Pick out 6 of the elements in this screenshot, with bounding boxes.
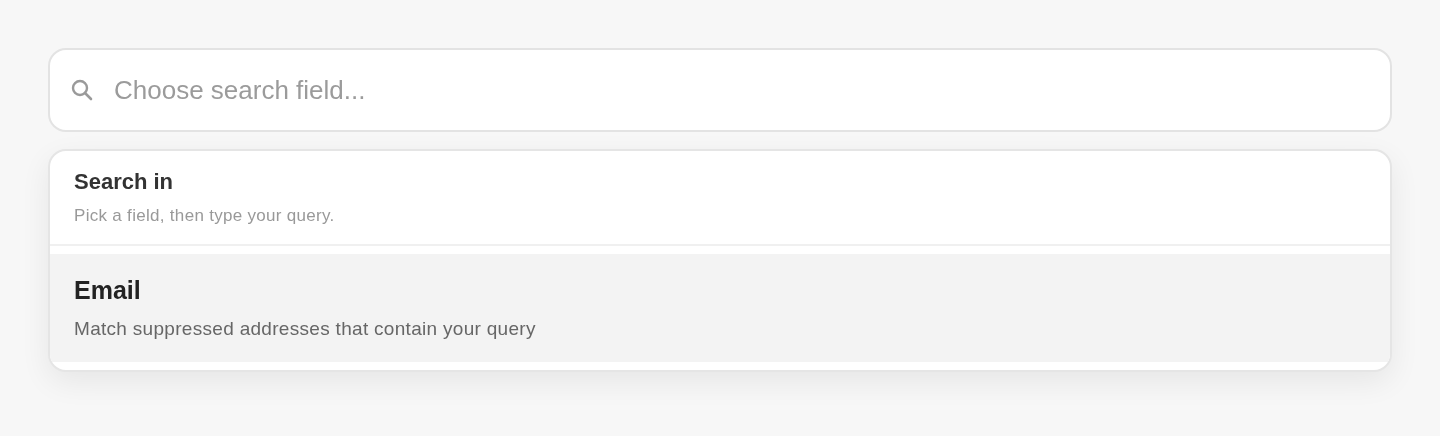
option-description: Match suppressed addresses that contain your query [74,318,537,340]
dropdown-hint: Pick a field, then type your query. [74,206,336,226]
search-field[interactable]: Choose search field... [48,48,1392,132]
dropdown-title: Search in [74,169,175,195]
option-label: Email [74,276,142,305]
option-item[interactable]: Email Match suppressed addresses that contain your query [50,254,1390,362]
